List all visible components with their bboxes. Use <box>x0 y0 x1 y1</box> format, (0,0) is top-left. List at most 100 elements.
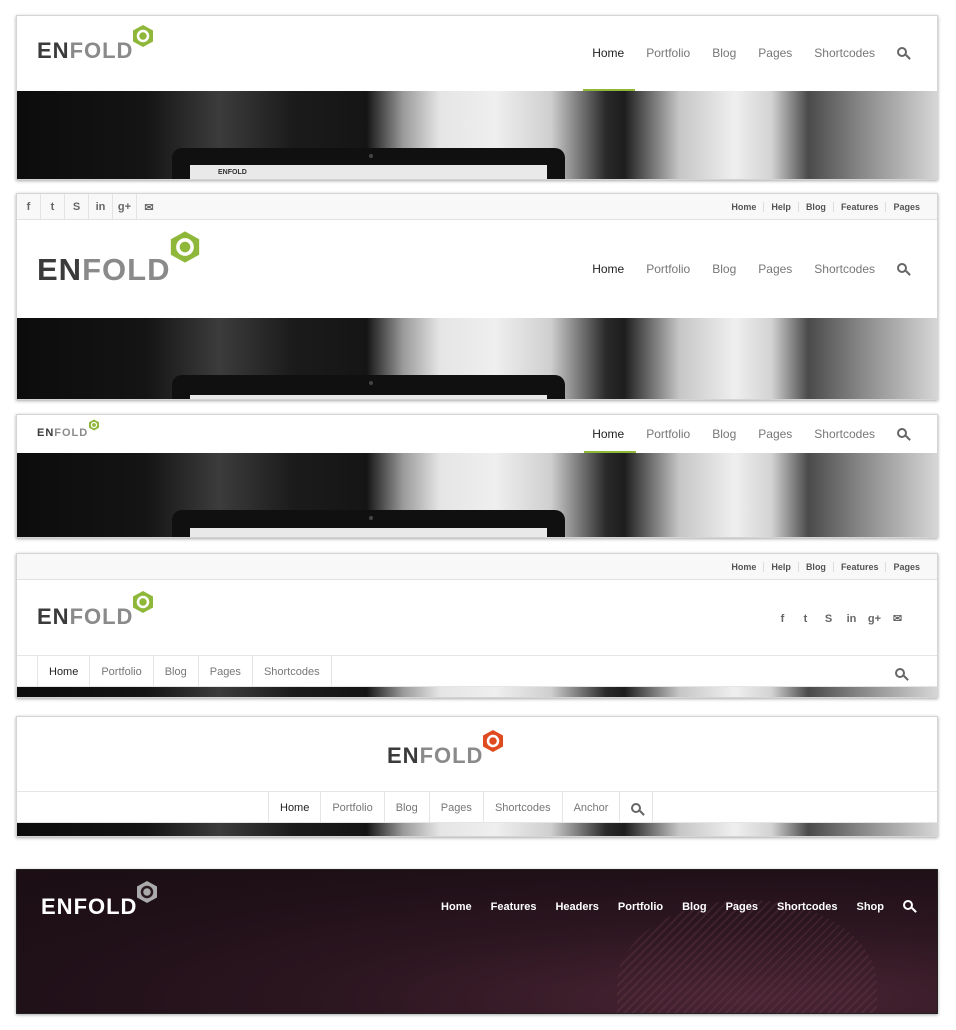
twitter-icon[interactable]: t <box>41 194 65 220</box>
logo-fold: FOLD <box>73 894 138 919</box>
nav-pages[interactable]: Pages <box>430 792 484 823</box>
main-nav: Home Portfolio Blog Pages Shortcodes <box>570 427 907 441</box>
nav-tabs: Home Portfolio Blog Pages Shortcodes <box>37 656 332 687</box>
nav-pages[interactable]: Pages <box>758 46 792 60</box>
hero-photo-hair <box>617 900 877 1013</box>
nav-blog[interactable]: Blog <box>385 792 430 823</box>
nav-home[interactable]: Home <box>592 262 624 276</box>
search-button[interactable] <box>620 792 654 823</box>
nav-home[interactable]: Home <box>592 427 624 441</box>
nav-shortcodes[interactable]: Shortcodes <box>814 427 875 441</box>
toplink-blog[interactable]: Blog <box>797 562 833 572</box>
toplink-help[interactable]: Help <box>763 562 798 572</box>
nav-blog[interactable]: Blog <box>682 901 706 913</box>
header-variant-1: EN FOLD Home Portfolio Blog Pages Shortco… <box>16 15 938 180</box>
hexagon-logo-icon <box>133 591 154 613</box>
mail-icon[interactable]: ✉ <box>886 612 909 625</box>
nav-portfolio[interactable]: Portfolio <box>646 46 690 60</box>
top-links: Home Help Blog Features Pages <box>724 554 927 580</box>
nav-portfolio[interactable]: Portfolio <box>618 901 663 913</box>
top-links: Home Help Blog Features Pages <box>724 194 927 220</box>
mail-icon[interactable]: ✉ <box>137 194 161 220</box>
skype-icon[interactable]: S <box>65 194 89 220</box>
logo[interactable]: EN FOLD <box>37 25 157 64</box>
search-button[interactable] <box>897 262 907 276</box>
search-button[interactable] <box>897 46 907 60</box>
nav-blog[interactable]: Blog <box>154 656 199 687</box>
nav-shortcodes[interactable]: Shortcodes <box>814 46 875 60</box>
toplink-features[interactable]: Features <box>832 562 886 572</box>
nav-home[interactable]: Home <box>592 46 624 60</box>
hero-image: ENFOLD <box>17 91 937 179</box>
nav-pages[interactable]: Pages <box>758 427 792 441</box>
nav-portfolio[interactable]: Portfolio <box>90 656 154 687</box>
header-variant-2: f t S in g+ ✉ Home Help Blog Features Pa… <box>16 193 938 400</box>
nav-pages[interactable]: Pages <box>758 262 792 276</box>
twitter-icon[interactable]: t <box>794 613 817 625</box>
nav-home[interactable]: Home <box>441 901 472 913</box>
nav-shortcodes[interactable]: Shortcodes <box>814 262 875 276</box>
nav-shop[interactable]: Shop <box>857 901 885 913</box>
logo[interactable]: EN FOLD <box>41 881 161 920</box>
logo-en: EN <box>37 252 83 287</box>
search-icon <box>897 263 907 273</box>
hexagon-logo-icon <box>483 730 504 752</box>
nav-pages[interactable]: Pages <box>199 656 253 687</box>
nav-anchor[interactable]: Anchor <box>563 792 621 823</box>
search-button[interactable] <box>903 900 913 913</box>
toplink-features[interactable]: Features <box>832 202 886 212</box>
header-variant-5: EN FOLD Home Portfolio Blog Pages Shortco… <box>16 716 938 837</box>
linkedin-icon[interactable]: in <box>840 613 863 625</box>
tab-nav: Home Portfolio Blog Pages Shortcodes Anc… <box>17 791 937 823</box>
nav-portfolio[interactable]: Portfolio <box>646 262 690 276</box>
toplink-help[interactable]: Help <box>763 202 798 212</box>
nav-shortcodes[interactable]: Shortcodes <box>777 901 838 913</box>
laptop-image: ENFOLD <box>172 148 565 179</box>
linkedin-icon[interactable]: in <box>89 194 113 220</box>
nav-home[interactable]: Home <box>268 792 322 823</box>
logo[interactable]: EN FOLD <box>37 231 204 288</box>
nav-shortcodes[interactable]: Shortcodes <box>484 792 563 823</box>
nav-home[interactable]: Home <box>37 656 91 687</box>
hero-image <box>17 823 937 836</box>
nav-blog[interactable]: Blog <box>712 262 736 276</box>
nav-blog[interactable]: Blog <box>712 427 736 441</box>
top-bar: Home Help Blog Features Pages <box>17 554 937 580</box>
toplink-blog[interactable]: Blog <box>797 202 833 212</box>
googleplus-icon[interactable]: g+ <box>863 613 886 625</box>
main-nav: Home Features Headers Portfolio Blog Pag… <box>422 900 913 913</box>
search-icon <box>897 428 907 438</box>
toplink-home[interactable]: Home <box>724 202 763 212</box>
toplink-home[interactable]: Home <box>724 562 763 572</box>
nav-shortcodes[interactable]: Shortcodes <box>253 656 332 687</box>
nav-portfolio[interactable]: Portfolio <box>646 427 690 441</box>
nav-headers[interactable]: Headers <box>555 901 598 913</box>
laptop-image <box>172 510 565 537</box>
hexagon-logo-icon <box>89 419 100 431</box>
logo[interactable]: EN FOLD <box>37 419 100 439</box>
facebook-icon[interactable]: f <box>17 194 41 220</box>
facebook-icon[interactable]: f <box>771 613 794 625</box>
logo[interactable]: EN FOLD <box>387 730 507 769</box>
googleplus-icon[interactable]: g+ <box>113 194 137 220</box>
search-button[interactable] <box>897 427 907 441</box>
logo-fold: FOLD <box>69 38 134 63</box>
toplink-pages[interactable]: Pages <box>885 202 927 212</box>
laptop-screen-logo: ENFOLD <box>218 169 247 176</box>
nav-blog[interactable]: Blog <box>712 46 736 60</box>
hero-image <box>17 687 937 697</box>
skype-icon[interactable]: S <box>817 613 840 625</box>
search-button[interactable] <box>895 665 905 683</box>
toplink-pages[interactable]: Pages <box>885 562 927 572</box>
nav-features[interactable]: Features <box>491 901 537 913</box>
logo-en: EN <box>37 427 55 439</box>
nav-pages[interactable]: Pages <box>726 901 758 913</box>
top-bar: f t S in g+ ✉ Home Help Blog Features Pa… <box>17 194 937 220</box>
hero-image <box>17 453 937 537</box>
header-variant-6: EN FOLD Home Features Headers Portfolio B… <box>16 869 938 1014</box>
logo[interactable]: EN FOLD <box>37 591 157 630</box>
nav-portfolio[interactable]: Portfolio <box>321 792 385 823</box>
logo-en: EN <box>387 743 420 768</box>
logo-en: EN <box>37 38 70 63</box>
logo-en: EN <box>41 894 74 919</box>
